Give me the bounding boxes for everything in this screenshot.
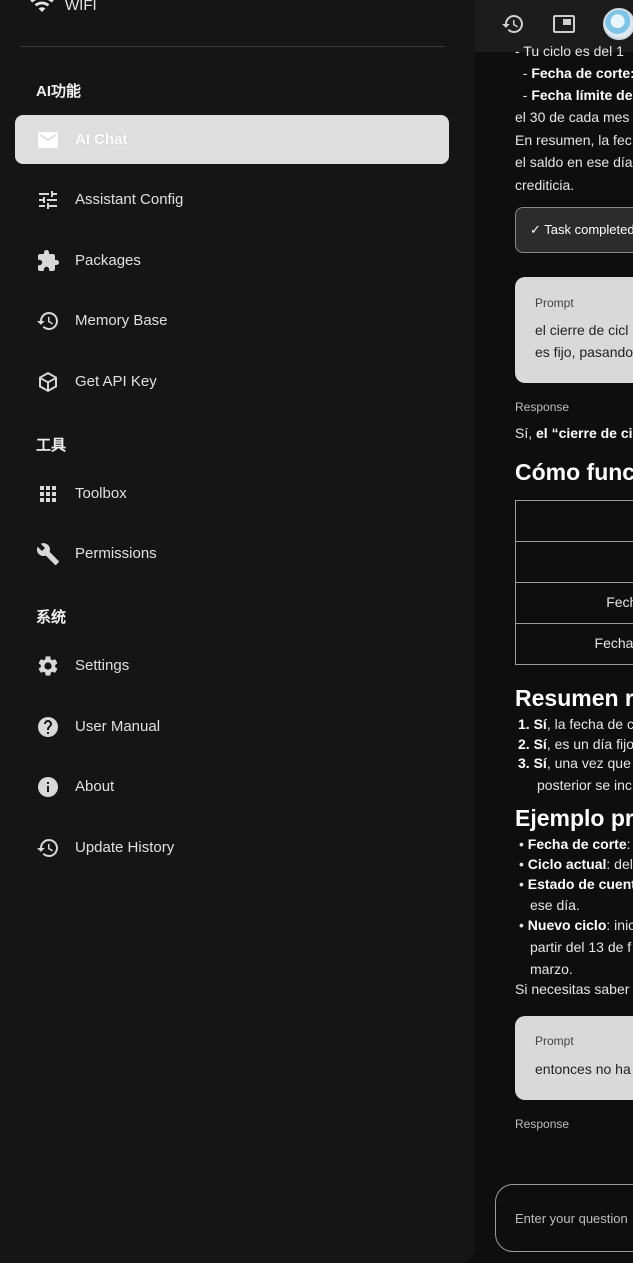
response-closing: Si necesitas saber: [515, 981, 630, 997]
response-line: - Fecha de corte:: [515, 65, 633, 81]
prompt-text: el cierre de cicl: [535, 322, 629, 338]
prompt-card[interactable]: Prompt el cierre de cicl es fijo, pasand…: [515, 277, 633, 383]
response-line: el saldo en ese día: [515, 154, 633, 170]
nav-item-get-api-key[interactable]: Get API Key: [15, 357, 449, 406]
response-heading: Ejemplo prá: [515, 805, 633, 831]
wifi-icon: [30, 0, 54, 18]
table-row: Fecha c: [516, 582, 633, 623]
chat-pane: - Tu ciclo es del 1 - Fecha de corte: - …: [475, 0, 633, 1263]
mail-icon: [36, 128, 60, 152]
nav-item-assistant-config[interactable]: Assistant Config: [15, 175, 449, 224]
list-item: 3. Sí, una vez que: [518, 755, 631, 771]
nav-item-label: About: [75, 778, 115, 795]
list-item: 1. Sí, la fecha de c: [518, 716, 633, 732]
section-title-system: 系统: [36, 609, 67, 626]
list-item-cont: partir del 13 de f: [530, 939, 632, 955]
list-item: • Estado de cuent: [519, 876, 633, 892]
cube-icon: [36, 370, 60, 394]
nav-item-label: AI Chat: [75, 131, 128, 148]
prompt-text: es fijo, pasando: [535, 344, 633, 360]
task-completed-label: ✓ Task completed: [530, 222, 633, 237]
nav-item-update-history[interactable]: Update History: [15, 823, 449, 872]
wrench-icon: [36, 542, 60, 566]
prompt-label: Prompt: [535, 296, 574, 310]
nav-item-toolbox[interactable]: Toolbox: [15, 469, 449, 518]
response-heading: Resumen rá: [515, 685, 633, 711]
response-line: el 30 de cada mes: [515, 109, 630, 125]
info-icon: [36, 775, 60, 799]
nav-item-label: Get API Key: [75, 373, 157, 390]
nav-item-label: Memory Base: [75, 312, 168, 329]
response-intro: Sí, el “cierre de cic: [515, 425, 633, 441]
response-line: - Fecha límite de: [515, 87, 633, 103]
response-heading: Cómo funci: [515, 459, 633, 485]
nav-item-label: Update History: [75, 839, 175, 856]
history-icon[interactable]: [499, 10, 527, 38]
help-icon: [36, 715, 60, 739]
nav-item-permissions[interactable]: Permissions: [15, 529, 449, 578]
divider: [20, 46, 445, 47]
nav-item-label: Settings: [75, 657, 130, 674]
response-line: crediticia.: [515, 177, 575, 193]
nav-item-label: Permissions: [75, 545, 157, 562]
section-title-tools: 工具: [36, 437, 67, 454]
response-table: Ci Fecha c Fecha lím: [515, 500, 633, 665]
nav-item-about[interactable]: About: [15, 762, 449, 811]
nav-item-memory-base[interactable]: Memory Base: [15, 296, 449, 345]
nav-item-user-manual[interactable]: User Manual: [15, 702, 449, 751]
list-item: • Nuevo ciclo: inic: [519, 917, 633, 933]
list-item-cont: ese día.: [530, 897, 580, 913]
history-icon: [36, 836, 60, 860]
picture-in-picture-icon[interactable]: [550, 10, 578, 38]
table-row: Fecha lím: [516, 623, 633, 664]
list-item-cont: marzo.: [530, 961, 573, 977]
question-input[interactable]: Enter your question: [495, 1184, 633, 1252]
response-line: - Tu ciclo es del 1: [515, 43, 624, 59]
nav-item-label: Packages: [75, 252, 141, 269]
prompt-label: Prompt: [535, 1034, 574, 1048]
prompt-text: entonces no ha: [535, 1061, 631, 1077]
response-label: Response: [515, 1117, 570, 1131]
task-completed-button[interactable]: ✓ Task completed: [515, 207, 633, 253]
grid-icon: [36, 482, 60, 506]
table-cell: Fecha lím: [594, 635, 633, 651]
list-item: • Fecha de corte:: [519, 836, 631, 852]
nav-item-ai-chat[interactable]: AI Chat: [15, 115, 449, 164]
wifi-status: WIFI: [30, 0, 97, 16]
response-line: En resumen, la fec: [515, 132, 632, 148]
question-input-placeholder: Enter your question: [515, 1211, 628, 1226]
wifi-label: WIFI: [65, 0, 97, 14]
nav-item-packages[interactable]: Packages: [15, 236, 449, 285]
puzzle-icon: [36, 249, 60, 273]
list-item-cont: posterior se inc: [537, 777, 632, 793]
section-title-ai: AI功能: [36, 83, 82, 100]
list-item: • Ciclo actual: del: [519, 856, 633, 872]
navigation-drawer: WIFI AI功能 AI Chat Assistant Config Packa…: [0, 0, 475, 1263]
nav-item-label: User Manual: [75, 718, 161, 735]
nav-item-label: Toolbox: [75, 485, 127, 502]
avatar[interactable]: [603, 8, 633, 40]
nav-item-settings[interactable]: Settings: [15, 641, 449, 690]
prompt-card[interactable]: Prompt entonces no ha: [515, 1016, 633, 1100]
response-label: Response: [515, 400, 570, 414]
table-cell: Fecha c: [606, 594, 633, 610]
gear-icon: [36, 654, 60, 678]
nav-item-label: Assistant Config: [75, 191, 184, 208]
table-row: Ci: [516, 541, 633, 582]
tune-icon: [36, 188, 60, 212]
history-icon: [36, 309, 60, 333]
